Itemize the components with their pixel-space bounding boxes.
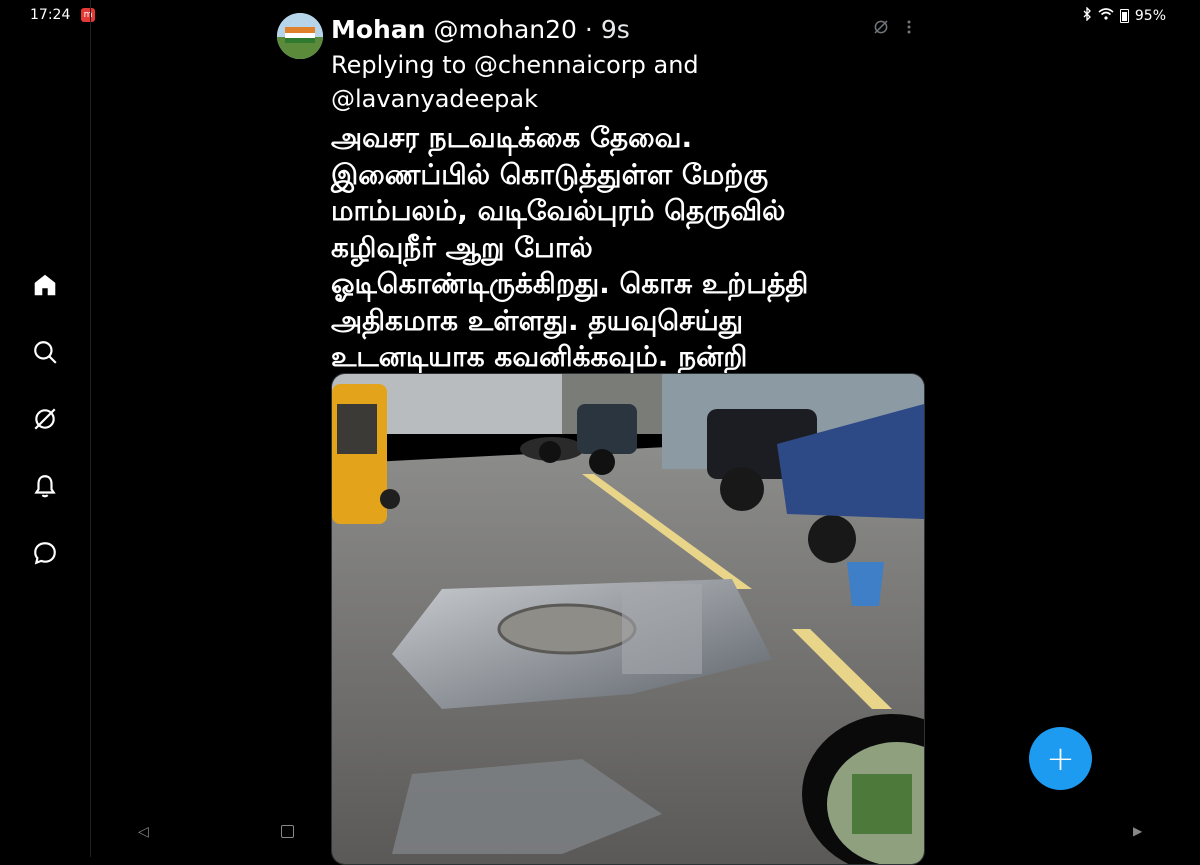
battery-level: 95%: [1134, 8, 1166, 24]
author-handle[interactable]: @mohan20: [433, 15, 576, 44]
bluetooth-icon: [1082, 6, 1092, 25]
tweet-text-line: மாம்பலம், வடிவேல்புரம் தெருவில்: [331, 194, 786, 227]
tweet-text-line: இணைப்பில் கொடுத்துள்ள மேற்கு: [331, 157, 769, 191]
nav-messages[interactable]: [29, 537, 61, 569]
header-separator: ·: [584, 15, 593, 44]
wifi-icon: [1098, 8, 1114, 24]
notifications-icon: [34, 475, 56, 498]
avatar[interactable]: [277, 13, 323, 59]
nav-rail: [0, 0, 91, 857]
tweet-text-line: அவசர நடவடிக்கை தேவை.: [331, 121, 693, 154]
tweet-text: அவசர நடவடிக்கை தேவை. இணைப்பில் கொடுத்துள…: [331, 120, 921, 376]
home-button-icon[interactable]: [281, 825, 294, 838]
tweet-text-line: கழிவுநீர் ஆறு போல்: [331, 230, 593, 264]
plus-icon: +: [1046, 738, 1075, 779]
nav-search[interactable]: [29, 336, 61, 368]
nav-home[interactable]: [29, 269, 61, 301]
tweet-header: Mohan @mohan20 · 9s: [331, 14, 630, 46]
street-photo-illustration: [332, 374, 924, 864]
grok-icon: [34, 408, 56, 430]
author-name[interactable]: Mohan: [331, 15, 426, 44]
tweet-time: 9s: [600, 15, 630, 44]
tweet-text-line: உடனடியாக கவனிக்கவும். நன்றி: [331, 340, 748, 373]
tweet-text-line: ஓடிகொண்டிருக்கிறது. கொசு உற்பத்தி: [331, 267, 809, 300]
tweet-actions-top: [872, 18, 912, 40]
tweet-text-line: அதிகமாக உள்ளது. தயவுசெய்து: [331, 303, 744, 337]
compose-post-button[interactable]: +: [1029, 727, 1092, 790]
nav-notifications[interactable]: [29, 470, 61, 502]
tweet[interactable]: Mohan @mohan20 · 9s Replying to @chennai…: [276, 0, 936, 865]
more-options-icon[interactable]: [906, 19, 912, 39]
home-icon: [34, 274, 56, 296]
replying-to[interactable]: Replying to @chennaicorp and @lavanyadee…: [331, 48, 891, 116]
nav-grok[interactable]: [29, 403, 61, 435]
system-indicators: 95%: [1082, 6, 1166, 25]
system-navigation-bar: ◁ ▶: [0, 812, 1200, 852]
back-icon[interactable]: ◁: [138, 824, 149, 840]
recents-icon[interactable]: ▶: [1133, 824, 1142, 838]
messages-icon: [34, 542, 56, 565]
battery-icon: [1119, 9, 1129, 23]
tweet-photo[interactable]: [331, 373, 925, 865]
search-icon: [34, 341, 57, 364]
grok-action-icon[interactable]: [872, 18, 890, 40]
